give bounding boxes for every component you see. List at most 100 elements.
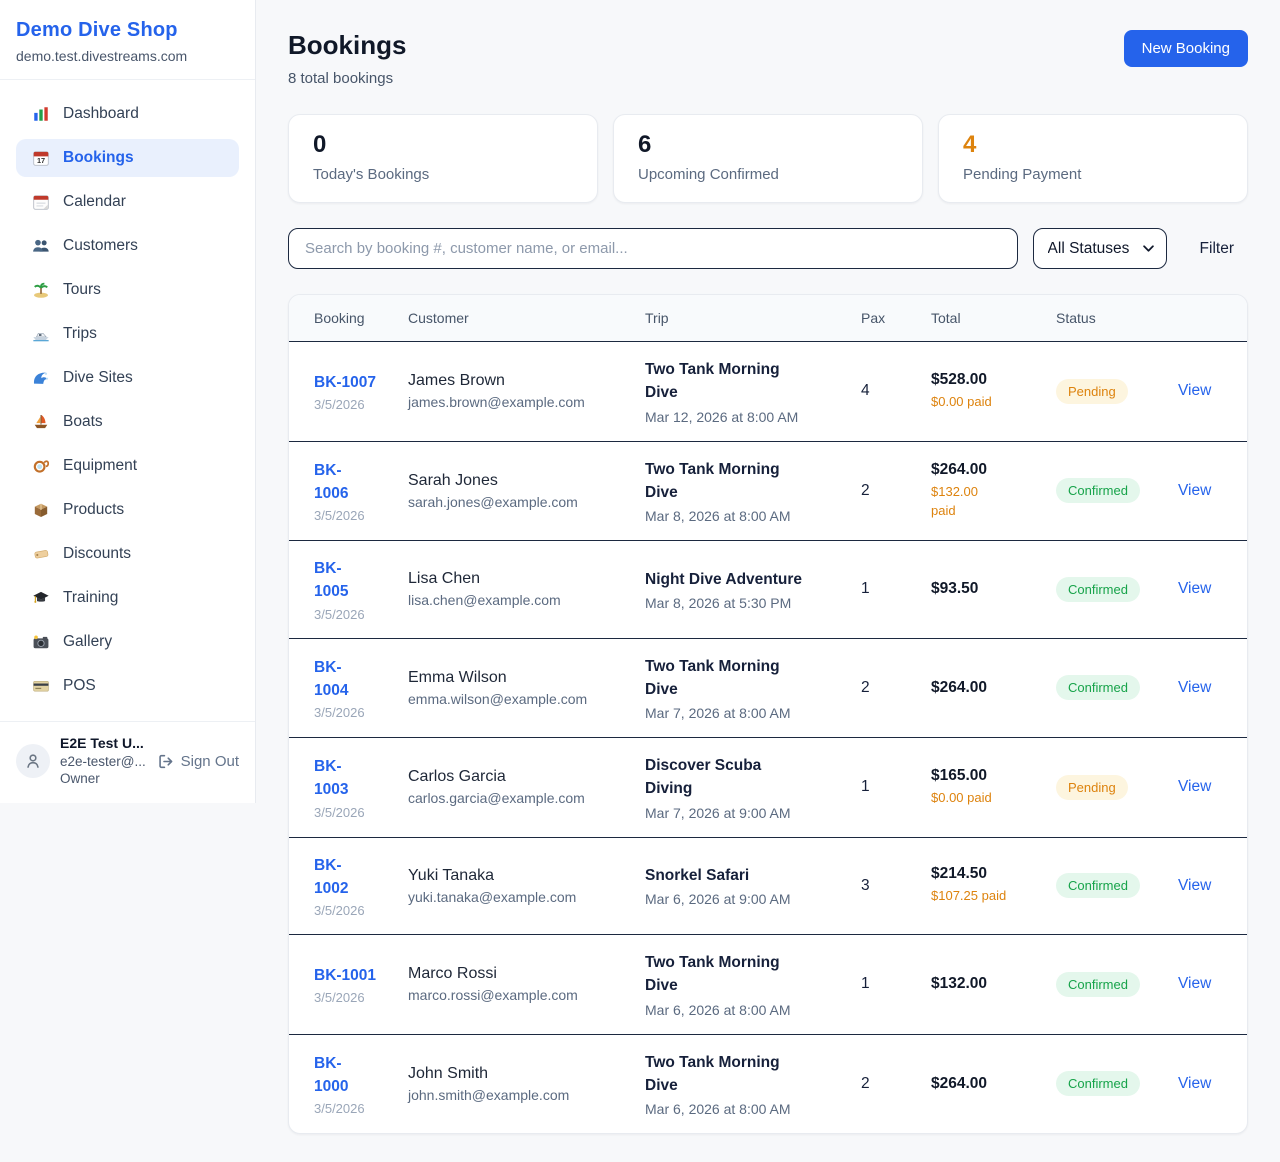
sidebar-item-dashboard[interactable]: Dashboard [16, 95, 239, 133]
paid-amount: $107.25 paid [931, 887, 1040, 906]
new-booking-button[interactable]: New Booking [1124, 30, 1248, 67]
customer-name: Yuki Tanaka [408, 867, 629, 885]
paid-amount: $132.00 paid [931, 483, 1040, 521]
sidebar-item-products[interactable]: Products [16, 491, 239, 529]
customer-email: sarah.jones@example.com [408, 494, 629, 510]
booking-date: 3/5/2026 [314, 805, 392, 820]
trip-name: Two Tank Morning Dive [645, 655, 845, 702]
column-header-pax: Pax [853, 295, 923, 342]
customer-email: lisa.chen@example.com [408, 592, 629, 608]
shop-name: Demo Dive Shop [16, 19, 239, 42]
column-header-actions [1170, 295, 1248, 342]
pax-count: 4 [853, 342, 923, 442]
sign-out-button[interactable]: Sign Out [157, 753, 239, 770]
view-link[interactable]: View [1178, 975, 1211, 992]
page-subtitle: 8 total bookings [288, 70, 406, 87]
booking-date: 3/5/2026 [314, 607, 392, 622]
booking-id-link[interactable]: BK-1001 [314, 964, 392, 987]
sidebar-item-pos[interactable]: POS [16, 667, 239, 705]
table-row: BK- 1004 3/5/2026 Emma Wilson emma.wilso… [289, 638, 1248, 738]
trip-name: Two Tank Morning Dive [645, 1051, 845, 1098]
customer-name: Lisa Chen [408, 570, 629, 588]
booking-id-link[interactable]: BK-1007 [314, 371, 392, 394]
status-badge: Confirmed [1056, 577, 1140, 602]
bookings-table-body: BK-1007 3/5/2026 James Brown james.brown… [289, 342, 1248, 1134]
booking-id-link[interactable]: BK- 1003 [314, 755, 392, 802]
status-badge: Confirmed [1056, 972, 1140, 997]
trip-date: Mar 8, 2026 at 8:00 AM [645, 508, 845, 524]
customer-name: Carlos Garcia [408, 768, 629, 786]
speedboat-icon [32, 325, 50, 343]
pax-count: 1 [853, 541, 923, 639]
sidebar-item-trips[interactable]: Trips [16, 315, 239, 353]
pax-count: 3 [853, 837, 923, 935]
sidebar-item-discounts[interactable]: Discounts [16, 535, 239, 573]
sidebar-item-calendar[interactable]: Calendar [16, 183, 239, 221]
trip-name: Snorkel Safari [645, 864, 845, 887]
total-amount: $528.00 [931, 371, 1040, 389]
stats-row: 0 Today's Bookings 6 Upcoming Confirmed … [288, 114, 1248, 203]
customer-name: Sarah Jones [408, 472, 629, 490]
credit-card-icon [32, 677, 50, 695]
wave-icon [32, 369, 50, 387]
sidebar-header: Demo Dive Shop demo.test.divestreams.com [0, 0, 255, 80]
customer-email: emma.wilson@example.com [408, 691, 629, 707]
shop-domain: demo.test.divestreams.com [16, 48, 239, 64]
stat-value: 6 [638, 131, 898, 159]
booking-date: 3/5/2026 [314, 508, 392, 523]
sidebar-item-label: Discounts [63, 545, 131, 563]
view-link[interactable]: View [1178, 382, 1211, 399]
customer-email: john.smith@example.com [408, 1087, 629, 1103]
view-link[interactable]: View [1178, 482, 1211, 499]
trip-date: Mar 6, 2026 at 9:00 AM [645, 891, 845, 907]
total-amount: $264.00 [931, 679, 1040, 697]
booking-id-link[interactable]: BK- 1002 [314, 854, 392, 901]
paid-amount: $0.00 paid [931, 393, 1040, 412]
view-link[interactable]: View [1178, 580, 1211, 597]
stat-label: Today's Bookings [313, 166, 573, 183]
view-link[interactable]: View [1178, 778, 1211, 795]
view-link[interactable]: View [1178, 877, 1211, 894]
customer-name: James Brown [408, 372, 629, 390]
sidebar-item-gallery[interactable]: Gallery [16, 623, 239, 661]
page-header: Bookings 8 total bookings New Booking [288, 30, 1248, 87]
trip-date: Mar 7, 2026 at 8:00 AM [645, 705, 845, 721]
status-select[interactable]: All Statuses [1033, 228, 1167, 269]
booking-id-link[interactable]: BK- 1000 [314, 1052, 392, 1099]
booking-id-link[interactable]: BK- 1006 [314, 459, 392, 506]
sidebar-item-label: Bookings [63, 149, 134, 167]
customer-name: Emma Wilson [408, 669, 629, 687]
total-amount: $264.00 [931, 1075, 1040, 1093]
booking-date: 3/5/2026 [314, 705, 392, 720]
view-link[interactable]: View [1178, 1075, 1211, 1092]
sidebar-item-customers[interactable]: Customers [16, 227, 239, 265]
booking-id-link[interactable]: BK- 1005 [314, 557, 392, 604]
sidebar-item-training[interactable]: Training [16, 579, 239, 617]
trip-date: Mar 6, 2026 at 8:00 AM [645, 1101, 845, 1117]
stat-value: 4 [963, 131, 1223, 159]
sidebar-item-dive-sites[interactable]: Dive Sites [16, 359, 239, 397]
search-input[interactable] [288, 228, 1018, 269]
stat-card-upcoming-confirmed: 6 Upcoming Confirmed [613, 114, 923, 203]
main-content: Bookings 8 total bookings New Booking 0 … [256, 0, 1280, 1134]
calendar-icon [32, 193, 50, 211]
view-link[interactable]: View [1178, 679, 1211, 696]
sidebar-item-boats[interactable]: Boats [16, 403, 239, 441]
sidebar-item-bookings[interactable]: 17 Bookings [16, 139, 239, 177]
stat-value: 0 [313, 131, 573, 159]
graduation-cap-icon [32, 589, 50, 607]
total-amount: $214.50 [931, 865, 1040, 883]
sidebar-item-label: Dashboard [63, 105, 139, 123]
pax-count: 1 [853, 738, 923, 838]
paid-amount: $0.00 paid [931, 789, 1040, 808]
stat-card-pending-payment: 4 Pending Payment [938, 114, 1248, 203]
bar-chart-icon [32, 105, 50, 123]
sidebar-item-tours[interactable]: Tours [16, 271, 239, 309]
filter-row: All Statuses Filter [288, 228, 1248, 269]
user-email: e2e-tester@... [60, 753, 146, 770]
filter-button[interactable]: Filter [1186, 232, 1248, 266]
trip-date: Mar 8, 2026 at 5:30 PM [645, 595, 845, 611]
sidebar-item-equipment[interactable]: Equipment [16, 447, 239, 485]
booking-id-link[interactable]: BK- 1004 [314, 656, 392, 703]
pax-count: 1 [853, 935, 923, 1035]
